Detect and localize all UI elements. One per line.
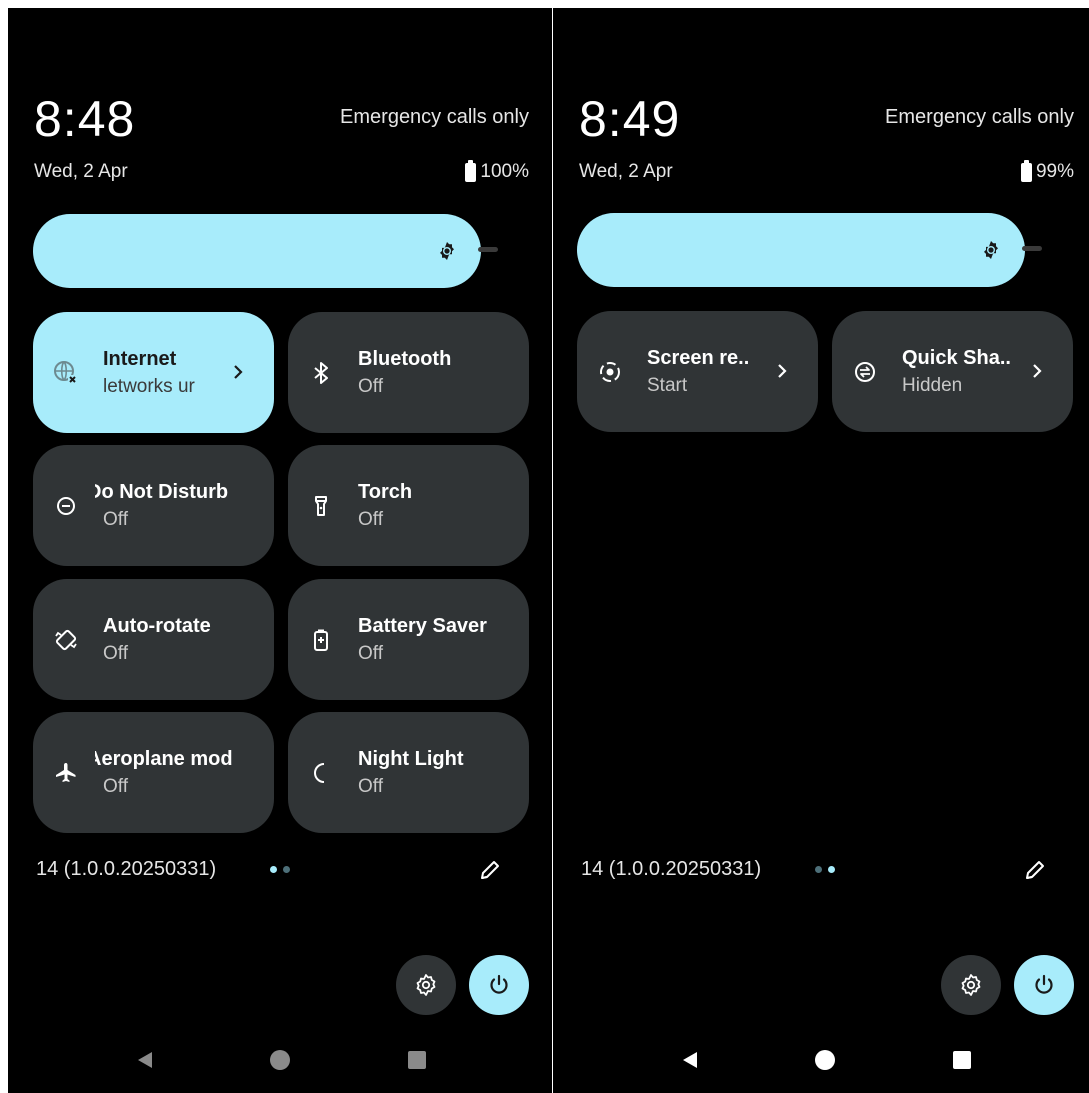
chevron-right-icon — [234, 365, 243, 379]
tile-bluetooth-label: Bluetooth — [358, 348, 452, 370]
brightness-track[interactable] — [478, 247, 498, 252]
page-indicator — [270, 866, 290, 873]
internet-no-network-icon — [54, 361, 78, 385]
tile-screen-record-label: Screen re.. — [647, 347, 750, 369]
night-light-icon — [314, 763, 325, 783]
tile-quick-share-status: Hidden — [902, 375, 963, 396]
bluetooth-icon — [314, 362, 328, 384]
tile-battery-saver[interactable]: Battery Saver Off — [288, 579, 529, 700]
screen-record-icon — [600, 362, 620, 382]
chevron-right-icon — [778, 364, 787, 378]
build-number[interactable]: 14 (1.0.0.20250331) — [581, 858, 761, 881]
auto-rotate-icon — [55, 629, 77, 651]
settings-button[interactable] — [941, 955, 1001, 1015]
brightness-slider[interactable] — [33, 214, 481, 288]
carrier-status: Emergency calls only — [340, 106, 529, 128]
tile-aeroplane-label: Aeroplane mod — [95, 748, 233, 770]
home-icon[interactable] — [270, 1050, 290, 1070]
tile-aeroplane-status: Off — [103, 776, 128, 797]
tile-quick-share-label: Quick Sha.. — [902, 347, 1011, 369]
page-dot — [283, 866, 290, 873]
power-icon — [490, 974, 508, 994]
battery-saver-icon — [314, 629, 328, 651]
tile-night-light-status: Off — [358, 776, 383, 797]
tile-quick-share[interactable]: Quick Sha.. Hidden — [832, 311, 1073, 432]
tile-internet-label: Internet — [103, 348, 177, 370]
tile-torch-status: Off — [358, 509, 383, 530]
battery-percent: 100% — [480, 161, 529, 182]
battery-percent: 99% — [1035, 161, 1074, 182]
tile-battery-saver-label: Battery Saver — [358, 615, 487, 637]
tile-night-light-label: Night Light — [358, 748, 464, 770]
brightness-icon — [440, 242, 454, 260]
tile-auto-rotate-label: Auto-rotate — [103, 615, 211, 637]
tile-internet[interactable]: Internet letworks ur — [33, 312, 274, 433]
do-not-disturb-icon — [57, 497, 75, 515]
tile-battery-saver-status: Off — [358, 643, 383, 664]
brightness-track[interactable] — [1022, 246, 1042, 251]
page-dot — [815, 866, 822, 873]
tile-bluetooth[interactable]: Bluetooth Off — [288, 312, 529, 433]
power-icon — [1035, 974, 1053, 994]
recents-icon[interactable] — [952, 1050, 972, 1070]
brightness-slider[interactable] — [577, 213, 1025, 287]
date[interactable]: Wed, 2 Apr — [579, 161, 673, 183]
tile-do-not-disturb[interactable]: Do Not Disturb Off — [33, 445, 274, 566]
page-dot-active — [270, 866, 277, 873]
tile-night-light[interactable]: Night Light Off — [288, 712, 529, 833]
page-indicator — [815, 866, 835, 873]
page-dot-active — [828, 866, 835, 873]
torch-icon — [315, 496, 327, 516]
battery-status: 100% — [465, 159, 529, 183]
back-icon[interactable] — [680, 1050, 700, 1070]
home-icon[interactable] — [815, 1050, 835, 1070]
edit-icon[interactable] — [478, 858, 502, 882]
airplane-icon — [56, 763, 76, 782]
tile-screen-record[interactable]: Screen re.. Start — [577, 311, 818, 432]
tile-internet-status: letworks ur — [103, 376, 195, 397]
chevron-right-icon — [1033, 364, 1042, 378]
carrier-status: Emergency calls only — [885, 106, 1074, 128]
tile-bluetooth-status: Off — [358, 376, 383, 397]
battery-status: 99% — [1020, 159, 1074, 183]
quick-share-icon — [855, 362, 875, 382]
tile-torch-label: Torch — [358, 481, 413, 503]
battery-icon — [465, 159, 477, 182]
recents-icon[interactable] — [407, 1050, 427, 1070]
tile-aeroplane-mode[interactable]: Aeroplane mod Off — [33, 712, 274, 833]
gear-icon — [416, 974, 436, 996]
tile-dnd-status: Off — [103, 509, 128, 530]
tile-auto-rotate-status: Off — [103, 643, 128, 664]
quick-settings-panel-right: 8:49 Emergency calls only Wed, 2 Apr 99%… — [553, 8, 1089, 1093]
build-number[interactable]: 14 (1.0.0.20250331) — [36, 858, 216, 881]
gear-icon — [961, 974, 981, 996]
tile-torch[interactable]: Torch Off — [288, 445, 529, 566]
date[interactable]: Wed, 2 Apr — [34, 161, 128, 183]
power-button[interactable] — [469, 955, 529, 1015]
back-icon[interactable] — [135, 1050, 155, 1070]
tile-auto-rotate[interactable]: Auto-rotate Off — [33, 579, 274, 700]
quick-settings-panel-left: 8:48 Emergency calls only Wed, 2 Apr 100… — [8, 8, 552, 1093]
settings-button[interactable] — [396, 955, 456, 1015]
battery-icon — [1020, 159, 1032, 182]
clock[interactable]: 8:48 — [34, 90, 135, 148]
brightness-icon — [984, 241, 998, 259]
power-button[interactable] — [1014, 955, 1074, 1015]
clock[interactable]: 8:49 — [579, 90, 680, 148]
tile-dnd-label: Do Not Disturb — [95, 481, 229, 503]
tile-screen-record-status: Start — [647, 375, 688, 396]
edit-icon[interactable] — [1023, 858, 1047, 882]
